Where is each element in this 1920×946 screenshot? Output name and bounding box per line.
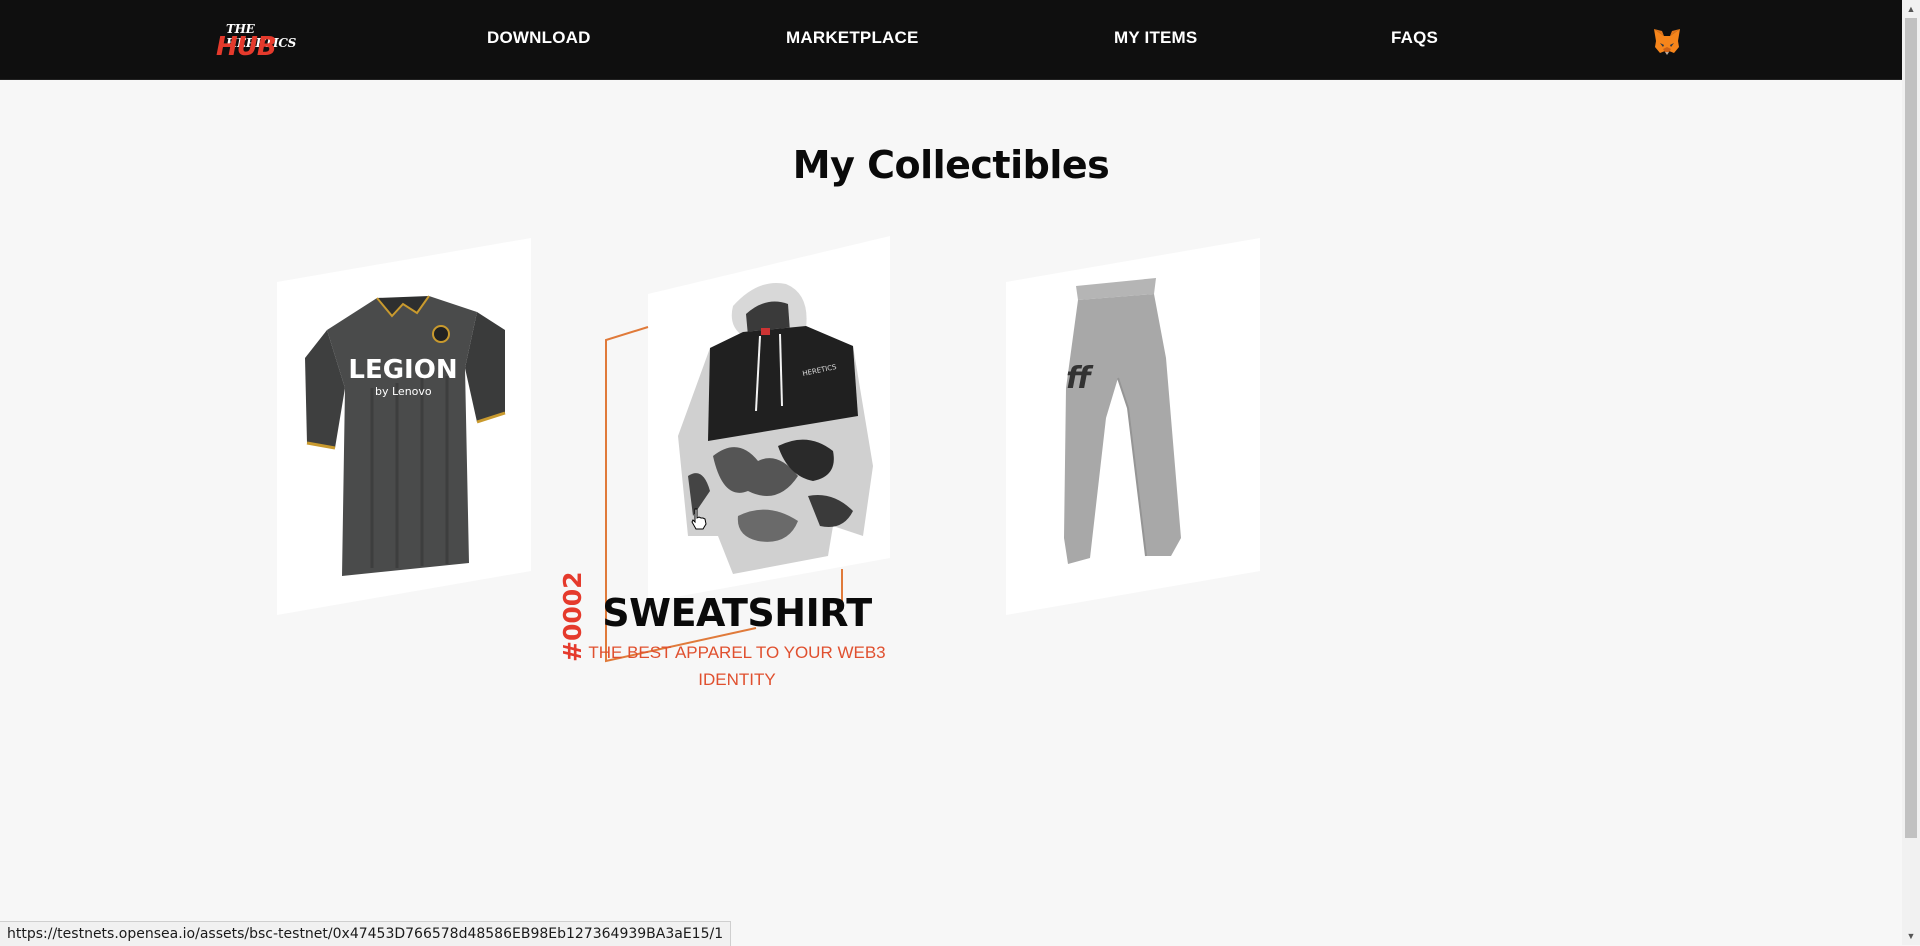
- collectible-card-jersey[interactable]: LEGION by Lenovo: [277, 238, 531, 615]
- logo-big-text: HUB: [216, 32, 277, 62]
- scroll-up-arrow-icon[interactable]: ▲: [1902, 0, 1920, 18]
- svg-text:LEGION: LEGION: [348, 355, 457, 385]
- nav-marketplace[interactable]: MARKETPLACE: [786, 28, 919, 48]
- nav-faqs[interactable]: FAQS: [1391, 28, 1438, 48]
- nav-my-items[interactable]: MY ITEMS: [1114, 28, 1197, 48]
- page-title: My Collectibles: [792, 143, 1110, 187]
- vertical-scrollbar[interactable]: ▲ ▼: [1902, 0, 1920, 945]
- heretics-hub-logo[interactable]: THE HERETICS HUB: [214, 22, 296, 62]
- scrollbar-thumb[interactable]: [1905, 18, 1917, 838]
- pants-image: ff: [1006, 238, 1260, 615]
- nav-download[interactable]: DOWNLOAD: [487, 28, 591, 48]
- item-description: THE BEST APPAREL TO YOUR WEB3 IDENTITY: [588, 643, 886, 689]
- item-title: SWEATSHIRT: [602, 591, 872, 635]
- jersey-image: LEGION by Lenovo: [277, 238, 531, 615]
- hand-cursor-icon: [691, 508, 707, 530]
- top-nav: THE HERETICS HUB DOWNLOAD MARKETPLACE MY…: [0, 0, 1902, 80]
- scroll-down-arrow-icon[interactable]: ▼: [1902, 927, 1920, 945]
- collectible-card-pants[interactable]: ff: [1006, 238, 1260, 615]
- metamask-fox-icon[interactable]: [1652, 26, 1682, 56]
- svg-text:by Lenovo: by Lenovo: [375, 385, 432, 398]
- link-status-bar: https://testnets.opensea.io/assets/bsc-t…: [0, 921, 732, 946]
- svg-text:ff: ff: [1066, 361, 1094, 396]
